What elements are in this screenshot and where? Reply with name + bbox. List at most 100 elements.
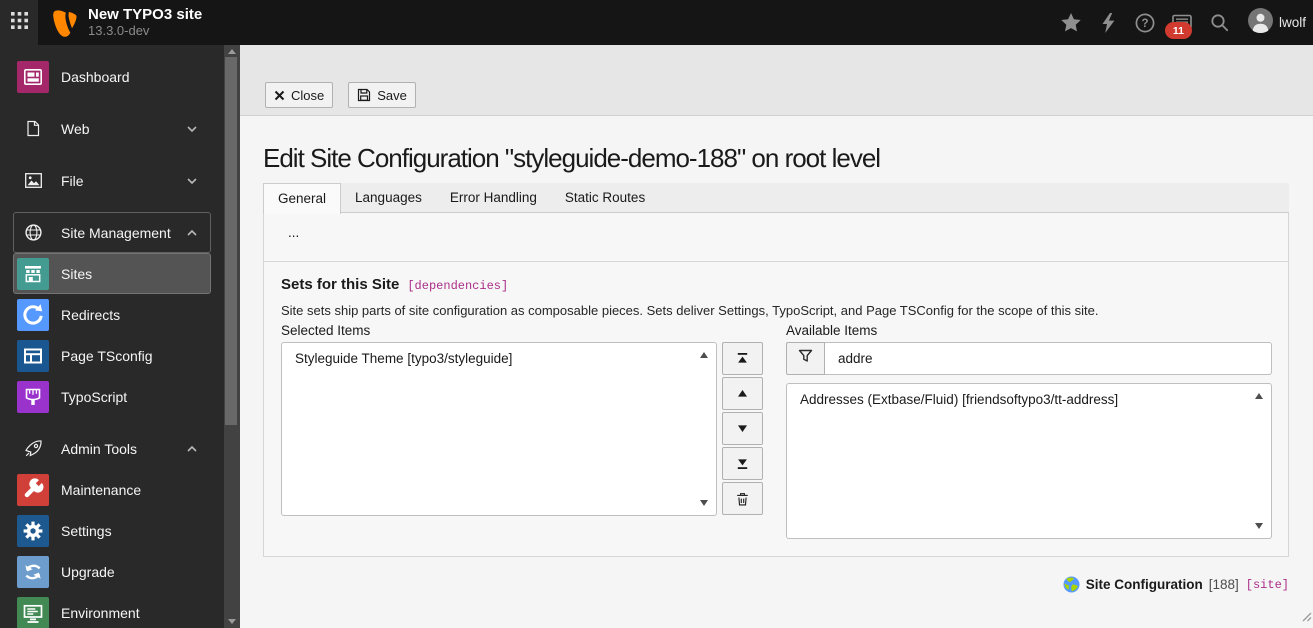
scroll-down-icon[interactable]	[700, 500, 708, 506]
sidebar-item-file[interactable]: File	[13, 160, 211, 201]
chevron-up-icon	[187, 229, 197, 236]
page-tsconfig-icon	[17, 339, 49, 372]
sidebar-item-admin-tools[interactable]: Admin Tools	[13, 428, 211, 469]
sidebar-item-maintenance[interactable]: Maintenance	[13, 469, 211, 510]
move-to-top-button[interactable]	[722, 342, 763, 375]
move-up-button[interactable]	[722, 377, 763, 410]
sidebar-item-upgrade[interactable]: Upgrade	[13, 551, 211, 592]
star-button[interactable]	[1053, 0, 1090, 45]
sidebar-item-site-management[interactable]: Site Management	[13, 212, 211, 253]
bolt-icon	[1101, 12, 1116, 33]
scroll-up-icon	[228, 49, 236, 54]
sidebar-item-redirects[interactable]: Redirects	[13, 294, 211, 335]
filter-value: addre	[838, 351, 873, 366]
move-to-bottom-button[interactable]	[722, 447, 763, 480]
scroll-up-icon[interactable]	[1255, 393, 1263, 399]
upgrade-icon	[17, 555, 49, 588]
systeminformation-button[interactable]: 11	[1164, 0, 1201, 45]
tab-general[interactable]: General	[263, 183, 342, 214]
dependencies-flag[interactable]: [dependencies]	[407, 279, 508, 293]
sidebar-item-label: Redirects	[61, 306, 121, 323]
placeholder-text: ...	[288, 225, 300, 240]
star-icon	[1061, 13, 1082, 32]
save-button-label: Save	[377, 87, 407, 103]
record-footer: Site Configuration [188] [site]	[263, 576, 1289, 593]
scroll-down-icon[interactable]	[1255, 523, 1263, 529]
sidebar-item-typoscript[interactable]: TypoScript	[13, 376, 211, 417]
chevron-down-icon	[187, 177, 197, 184]
move-to-top-icon	[736, 352, 749, 365]
section-title: Sets for this Site	[281, 276, 400, 293]
tab-static-routes[interactable]: Static Routes	[551, 183, 659, 212]
move-to-bottom-icon	[736, 457, 749, 470]
selected-items-listbox[interactable]: Styleguide Theme [typo3/styleguide]	[281, 342, 717, 516]
scroll-up-icon[interactable]	[700, 352, 708, 358]
svg-text:?: ?	[1142, 18, 1149, 30]
close-icon	[274, 90, 285, 101]
section-description: Site sets ship parts of site configurati…	[281, 303, 1099, 318]
chevron-down-icon	[187, 125, 197, 132]
sidebar-item-label: Upgrade	[61, 563, 115, 580]
typo3-logo[interactable]	[50, 7, 79, 38]
bolt-button[interactable]	[1090, 0, 1127, 45]
sidebar-item-label: Admin Tools	[61, 440, 138, 457]
move-down-button[interactable]	[722, 412, 763, 445]
module-menu: Dashboard Web File Site Management Sites Redi…	[0, 45, 224, 628]
sidebar-item-label: Settings	[61, 522, 112, 539]
redirects-icon	[17, 298, 49, 331]
delete-button[interactable]	[722, 482, 763, 515]
list-item[interactable]: Styleguide Theme [typo3/styleguide]	[282, 343, 716, 366]
list-item[interactable]: Addresses (Extbase/Fluid) [friendsoftypo…	[787, 384, 1271, 407]
sidebar-item-dashboard[interactable]: Dashboard	[13, 56, 211, 97]
sidebar-item-environment[interactable]: Environment	[13, 592, 211, 628]
search-icon	[1210, 13, 1229, 32]
sites-icon	[17, 257, 49, 290]
sidebar-item-settings[interactable]: Settings	[13, 510, 211, 551]
filter-input[interactable]: addre	[825, 342, 1272, 375]
sidebar-item-page-tsconfig[interactable]: Page TSconfig	[13, 335, 211, 376]
resize-grip[interactable]	[1301, 609, 1312, 627]
move-up-icon	[736, 387, 749, 400]
sidebar-item-label: Page TSconfig	[61, 347, 153, 364]
save-icon	[357, 88, 371, 102]
apps-grid-button[interactable]	[0, 0, 38, 45]
settings-icon	[17, 514, 49, 547]
chevron-up-icon	[187, 445, 197, 452]
sidebar-item-label: Site Management	[61, 224, 171, 241]
sidebar-item-web[interactable]: Web	[13, 108, 211, 149]
tab-bar: General Languages Error Handling Static Rou…	[263, 183, 1289, 214]
help-icon: ?	[1135, 13, 1155, 33]
save-button[interactable]: Save	[348, 82, 416, 108]
tab-languages[interactable]: Languages	[341, 183, 436, 212]
sidebar-item-sites[interactable]: Sites	[13, 253, 211, 294]
available-items-listbox[interactable]: Addresses (Extbase/Fluid) [friendsoftypo…	[786, 383, 1272, 539]
sidebar-item-label: Sites	[61, 265, 93, 282]
sidebar-scrollbar-thumb[interactable]	[225, 57, 237, 425]
environment-icon	[17, 596, 49, 628]
record-uid: [188]	[1208, 577, 1239, 592]
apps-grid-icon	[10, 11, 28, 34]
record-table[interactable]: [site]	[1246, 578, 1289, 592]
sidebar-item-label: File	[61, 172, 84, 189]
page-title: Edit Site Configuration "styleguide-demo…	[263, 143, 881, 173]
topbar: New TYPO3 site 13.3.0-dev ? 11 lwolf	[0, 0, 1313, 45]
site-title: New TYPO3 site	[88, 6, 203, 23]
site-globe-icon	[1063, 576, 1080, 593]
close-button-label: Close	[291, 87, 325, 103]
tab-error-handling[interactable]: Error Handling	[436, 183, 551, 212]
general-tab-panel: ...	[263, 213, 1289, 262]
admin-tools-icon	[17, 433, 49, 465]
web-icon	[17, 113, 49, 145]
filter-button[interactable]	[786, 342, 825, 375]
sidebar-item-label: Web	[61, 120, 90, 137]
user-menu[interactable]: lwolf	[1247, 7, 1313, 38]
avatar	[1247, 7, 1273, 38]
sidebar-scrollbar[interactable]	[224, 45, 240, 628]
sidebar-item-label: Maintenance	[61, 481, 142, 498]
docheader: Close Save	[240, 45, 1313, 116]
help-button[interactable]: ?	[1127, 0, 1164, 45]
search-button[interactable]	[1201, 0, 1238, 45]
close-button[interactable]: Close	[265, 82, 334, 108]
username: lwolf	[1278, 15, 1306, 30]
sets-panel: Sets for this Site [dependencies] Site s…	[263, 261, 1289, 557]
